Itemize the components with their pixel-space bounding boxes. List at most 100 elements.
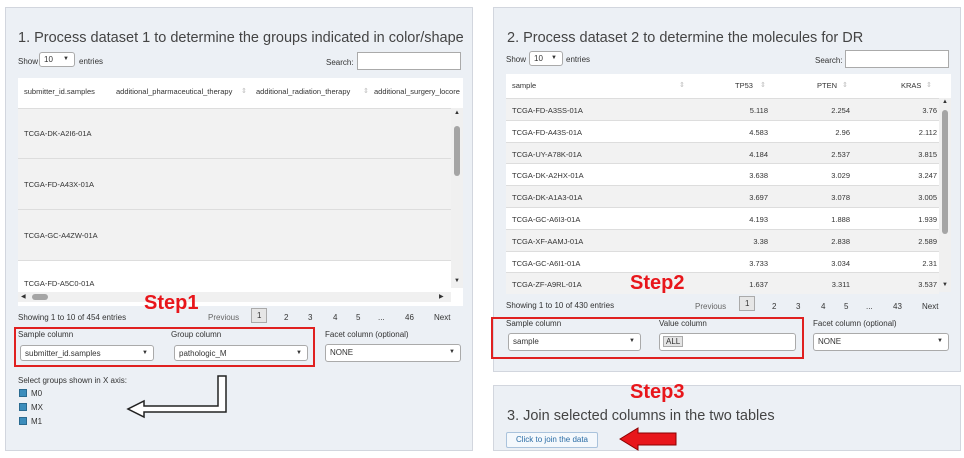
table-cell: 3.76 <box>922 106 937 115</box>
page-ellipsis: ... <box>866 302 873 311</box>
table-row[interactable]: TCGA-GC-A6I3-01A 4.193 1.888 1.939 <box>506 207 939 229</box>
page-button[interactable]: 4 <box>333 313 337 322</box>
column-header[interactable]: additional_radiation_therapy <box>256 87 350 96</box>
panel1-title: 1. Process dataset 1 to determine the gr… <box>18 30 464 46</box>
page-button[interactable]: 4 <box>821 302 825 311</box>
table-cell: 2.838 <box>831 236 850 246</box>
table-cell: 1.888 <box>831 215 850 224</box>
table-cell: TCGA-ZF-A9RL-01A <box>512 280 582 290</box>
scroll-thumb[interactable] <box>32 294 48 300</box>
group-checkbox[interactable] <box>19 403 27 411</box>
column-header[interactable]: TP53 <box>735 81 753 90</box>
next-button[interactable]: Next <box>922 302 938 311</box>
previous-button[interactable]: Previous <box>208 313 239 322</box>
group-checkbox[interactable] <box>19 389 27 397</box>
table-cell: TCGA-XF-AAMJ-01A <box>512 236 584 246</box>
table-cell: 3.311 <box>831 280 850 290</box>
search-input[interactable] <box>357 52 461 70</box>
page-button[interactable]: 2 <box>284 313 288 322</box>
panel2-title: 2. Process dataset 2 to determine the mo… <box>507 30 864 46</box>
table-row[interactable]: TCGA-GC-A6I1-01A 3.733 3.034 2.31 <box>506 250 939 273</box>
step2-highlight-box <box>491 317 804 359</box>
previous-button[interactable]: Previous <box>695 302 726 311</box>
entries-value: 10 <box>44 55 53 64</box>
scroll-thumb[interactable] <box>454 126 460 176</box>
next-button[interactable]: Next <box>434 313 450 322</box>
table-cell: TCGA-DK-A1A3-01A <box>512 193 583 203</box>
red-arrow-icon <box>619 427 677 451</box>
hollow-arrow-icon <box>126 375 227 419</box>
table-cell: TCGA-UY-A78K-01A <box>512 149 582 159</box>
page-button[interactable]: 5 <box>844 302 848 311</box>
page-button[interactable]: 46 <box>405 313 414 322</box>
table-cell: 3.537 <box>918 280 937 290</box>
column-header[interactable]: PTEN <box>817 81 837 90</box>
facet-column-select[interactable]: NONE ▼ <box>325 344 461 362</box>
table-row[interactable]: TCGA-ZF-A9RL-01A 1.637 3.311 3.537 <box>506 272 939 295</box>
table-cell: 4.193 <box>749 215 768 224</box>
scroll-left-icon[interactable]: ◀ <box>21 293 26 300</box>
scroll-right-icon[interactable]: ▶ <box>439 293 444 300</box>
entries-select[interactable]: 10 ▼ <box>529 51 563 66</box>
step1-annotation: Step1 <box>144 292 199 314</box>
table-row[interactable]: TCGA-DK-A2I6-01A <box>18 108 463 158</box>
page-button[interactable]: 3 <box>308 313 312 322</box>
column-header[interactable]: KRAS <box>901 81 921 90</box>
scroll-down-icon[interactable]: ▼ <box>454 278 460 284</box>
table-cell: 3.005 <box>918 193 937 203</box>
column-header[interactable]: additional_pharmaceutical_therapy <box>116 87 232 96</box>
table-cell: 4.184 <box>749 149 768 159</box>
table-cell: TCGA-FD-A3SS-01A <box>512 106 583 115</box>
table-row[interactable]: TCGA-FD-A43S-01A 4.583 2.96 2.112 <box>506 119 939 142</box>
page-button[interactable]: 43 <box>893 302 902 311</box>
table-cell: TCGA-DK-A2HX-01A <box>512 171 584 181</box>
table-row[interactable]: TCGA-UY-A78K-01A 4.184 2.537 3.815 <box>506 141 939 164</box>
table-row[interactable]: TCGA-DK-A1A3-01A 3.697 3.078 3.005 <box>506 185 939 207</box>
page-button[interactable]: 1 <box>739 296 756 311</box>
group-option-label: MX <box>31 403 43 412</box>
dataset1-panel: 1. Process dataset 1 to determine the gr… <box>5 7 473 451</box>
facet-column-label: Facet column (optional) <box>325 330 409 339</box>
scroll-down-icon[interactable]: ▼ <box>942 282 948 288</box>
table-row[interactable]: TCGA-FD-A43X-01A <box>18 158 463 209</box>
horizontal-scrollbar[interactable]: ◀ ▶ <box>18 292 451 302</box>
sort-icon: ⇕ <box>679 82 685 89</box>
table-cell: 2.96 <box>835 127 850 137</box>
scroll-up-icon[interactable]: ▲ <box>454 110 460 116</box>
sort-icon: ⇕ <box>363 88 369 95</box>
sort-icon: ⇕ <box>842 82 848 89</box>
table-info: Showing 1 to 10 of 454 entries <box>18 313 127 322</box>
scroll-up-icon[interactable]: ▲ <box>942 99 948 105</box>
vertical-scrollbar[interactable]: ▲ ▼ <box>451 108 463 288</box>
page-ellipsis: ... <box>378 313 385 322</box>
table-row[interactable]: TCGA-GC-A4ZW-01A <box>18 209 463 260</box>
table-cell: 3.034 <box>831 258 850 268</box>
table-row[interactable]: TCGA-DK-A2HX-01A 3.638 3.029 3.247 <box>506 163 939 185</box>
group-checkbox[interactable] <box>19 417 27 425</box>
entries-select[interactable]: 10 ▼ <box>39 52 75 67</box>
facet-column-select[interactable]: NONE ▼ <box>813 333 949 351</box>
search-label: Search: <box>815 56 843 65</box>
scroll-thumb[interactable] <box>942 110 948 234</box>
sort-icon: ⇕ <box>760 82 766 89</box>
page-button[interactable]: 3 <box>796 302 800 311</box>
vertical-scrollbar[interactable]: ▲ ▼ <box>939 98 951 292</box>
table-row[interactable]: TCGA-FD-A5C0-01A <box>18 260 463 288</box>
table-cell: 3.638 <box>749 171 768 181</box>
table-cell: TCGA-DK-A2I6-01A <box>24 129 92 138</box>
page-button[interactable]: 1 <box>251 308 268 323</box>
table-cell: 3.38 <box>753 236 768 246</box>
join-data-button[interactable]: Click to join the data <box>506 432 598 448</box>
join-panel: 3. Join selected columns in the two tabl… <box>493 385 961 451</box>
table-row[interactable]: TCGA-FD-A3SS-01A 5.118 2.254 3.76 <box>506 98 939 120</box>
page-button[interactable]: 2 <box>772 302 776 311</box>
facet-column-value: NONE <box>330 348 354 357</box>
entries-label: entries <box>566 55 591 64</box>
table-cell: 2.589 <box>918 236 937 246</box>
search-input[interactable] <box>845 50 949 68</box>
column-header[interactable]: submitter_id.samples <box>24 87 95 96</box>
column-header[interactable]: additional_surgery_locore <box>374 87 460 96</box>
page-button[interactable]: 5 <box>356 313 360 322</box>
table-row[interactable]: TCGA-XF-AAMJ-01A 3.38 2.838 2.589 <box>506 228 939 251</box>
column-header[interactable]: sample <box>512 81 536 90</box>
